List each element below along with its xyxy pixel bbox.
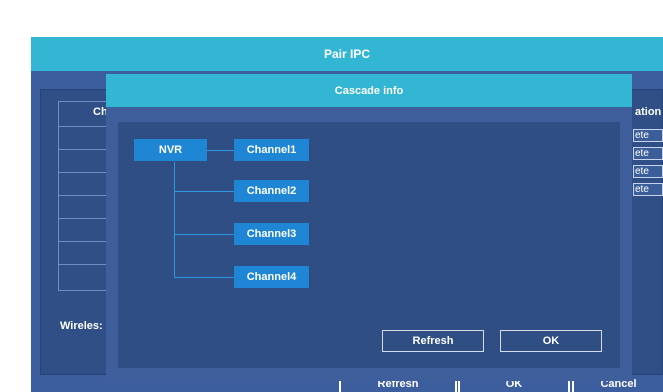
refresh-button[interactable]: Refresh — [382, 330, 484, 352]
channel-node: Channel4 — [234, 266, 309, 288]
wireless-label: Wireles: — [60, 320, 103, 332]
pair-ipc-title-bar: Pair IPC — [31, 37, 663, 71]
tree-connector — [174, 277, 234, 278]
tree-connector — [174, 191, 234, 192]
channel-node: Channel3 — [234, 223, 309, 245]
tree-connector — [174, 234, 234, 235]
delete-button[interactable]: ete — [633, 129, 663, 142]
pair-ipc-title: Pair IPC — [323, 47, 371, 61]
delete-button[interactable]: ete — [633, 165, 663, 178]
tree-connector — [174, 162, 175, 277]
channel-node: Channel1 — [234, 139, 309, 161]
operation-column-header: ation — [635, 106, 662, 118]
cascade-info-title: Cascade info — [334, 84, 404, 97]
cascade-info-title-bar: Cascade info — [106, 74, 632, 107]
delete-button[interactable]: ete — [633, 183, 663, 196]
nvr-node: NVR — [134, 139, 207, 161]
tree-connector — [207, 150, 234, 151]
delete-button[interactable]: ete — [633, 147, 663, 160]
channel-node: Channel2 — [234, 180, 309, 202]
ok-button[interactable]: OK — [500, 330, 602, 352]
